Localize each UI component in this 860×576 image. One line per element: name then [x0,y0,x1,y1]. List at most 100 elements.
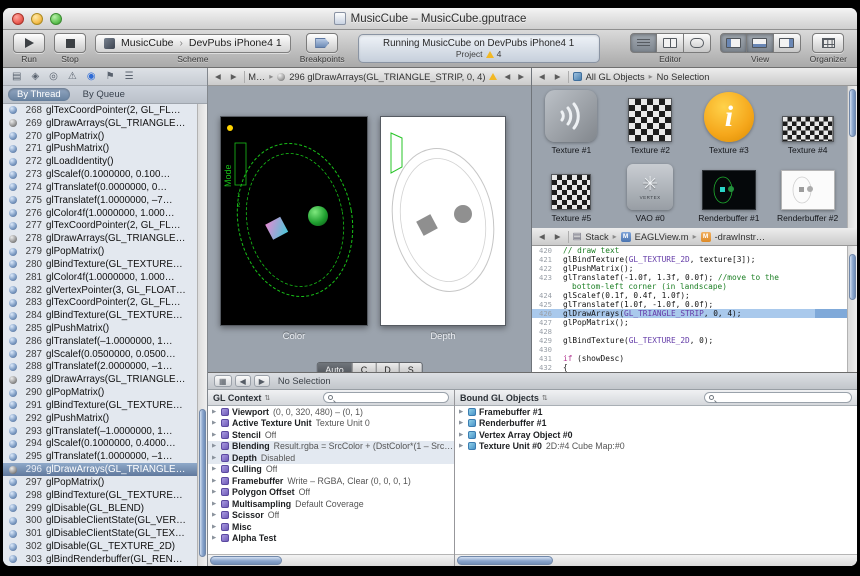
warning-icon[interactable] [489,73,497,80]
warning-count[interactable]: 4 [497,49,502,59]
titlebar[interactable]: MusicCube – MusicCube.gputrace [3,8,857,30]
toggle-utilities-button[interactable] [774,33,801,53]
next-call-button[interactable]: ▶ [515,72,527,81]
call-row[interactable]: 278glDrawArrays(GL_TRIANGLE… [3,232,197,245]
assistant-editor-button[interactable] [657,33,684,53]
call-row[interactable]: 285glPushMatrix() [3,322,197,335]
breadcrumb-call[interactable]: 296 glDrawArrays(GL_TRIANGLE_STRIP, 0, 4… [289,72,485,82]
call-row[interactable]: 291glBindTexture(GL_TEXTURE… [3,399,197,412]
scheme-selector[interactable]: MusicCube › DevPubs iPhone4 1 [95,34,291,53]
scrollbar-thumb[interactable] [210,556,282,565]
disclosure-triangle-icon[interactable]: ▶ [459,432,468,438]
gl-object-item[interactable]: Renderbuffer #2 [768,160,847,228]
call-row[interactable]: 296glDrawArrays(GL_TRIANGLE… [3,463,197,476]
call-row[interactable]: 303glBindRenderbuffer(GL_REN… [3,553,197,566]
back-button[interactable]: ◀ [212,72,224,81]
state-row[interactable]: ▶Polygon OffsetOff [208,487,454,499]
call-row[interactable]: 274glTranslatef(0.0000000, 0… [3,181,197,194]
gl-object-item[interactable]: iTexture #3 [690,86,769,160]
objects-scrollbar[interactable] [847,86,857,228]
scrollbar-thumb[interactable] [849,254,856,300]
call-row[interactable]: 269glDrawArrays(GL_TRIANGLE… [3,117,197,130]
scrollbar-thumb[interactable] [457,556,553,565]
state-row[interactable]: ▶Vertex Array Object #0 [455,429,857,441]
call-row[interactable]: 288glTranslatef(2.0000000, –1… [3,361,197,374]
call-row[interactable]: 286glTranslatef(–1.0000000, 1… [3,335,197,348]
back-button[interactable]: ◀ [536,232,548,241]
state-row[interactable]: ▶Viewport(0, 0, 320, 480) – (0, 1) [208,406,454,418]
call-row[interactable]: 280glBindTexture(GL_TEXTURE… [3,258,197,271]
state-row[interactable]: ▶Misc [208,521,454,533]
tab-by-queue[interactable]: By Queue [74,88,134,101]
call-row[interactable]: 300glDisableClientState(GL_VER… [3,515,197,528]
tab-by-thread[interactable]: By Thread [8,88,70,101]
breadcrumb-all-objects[interactable]: All GL Objects [586,72,645,82]
gl-object-item[interactable]: Texture #5 [532,160,611,228]
forward-button[interactable]: ▶ [552,232,564,241]
issue-navigator-icon[interactable]: ⚠ [68,71,77,82]
disclosure-triangle-icon[interactable]: ▶ [212,466,221,472]
breadcrumb-app[interactable]: M… [248,72,265,82]
call-row[interactable]: 270glPopMatrix() [3,130,197,143]
gl-object-item[interactable]: Texture #2 [611,86,690,160]
state-row[interactable]: ▶Texture Unit #02D:#4 Cube Map:#0 [455,441,857,453]
state-row[interactable]: ▶Renderbuffer #1 [455,418,857,430]
state-row[interactable]: ▶CullingOff [208,464,454,476]
gl-object-item[interactable]: Renderbuffer #1 [690,160,769,228]
previous-call-button[interactable]: ◀ [501,72,513,81]
state-row[interactable]: ▶DepthDisabled [208,452,454,464]
symbol-navigator-icon[interactable]: ◈ [31,71,39,82]
call-row[interactable]: 284glBindTexture(GL_TEXTURE… [3,309,197,322]
debug-navigator-icon[interactable]: ◉ [87,71,96,82]
organizer-button[interactable] [812,33,844,53]
disclosure-triangle-icon[interactable]: ▶ [459,420,468,426]
call-row[interactable]: 297glPopMatrix() [3,476,197,489]
warning-icon[interactable] [486,51,494,58]
disclosure-triangle-icon[interactable]: ▶ [212,443,221,449]
call-row[interactable]: 299glDisable(GL_BLEND) [3,502,197,515]
call-row[interactable]: 279glPopMatrix() [3,245,197,258]
call-row[interactable]: 272glLoadIdentity() [3,155,197,168]
breadcrumb-method[interactable]: -drawInstr… [715,232,766,242]
state-row[interactable]: ▶ScissorOff [208,510,454,522]
disclosure-triangle-icon[interactable]: ▶ [212,535,221,541]
scrollbar-thumb[interactable] [849,89,856,137]
gl-context-search-input[interactable] [336,393,444,402]
project-navigator-icon[interactable]: ▤ [12,71,21,82]
call-row[interactable]: 292glPushMatrix() [3,412,197,425]
call-row[interactable]: 281glColor4f(1.0000000, 1.000… [3,271,197,284]
buffers-toggle-icon[interactable]: ▦ [214,375,232,387]
call-row[interactable]: 276glColor4f(1.0000000, 1.000… [3,207,197,220]
step-forward-icon[interactable]: ▶ [254,375,270,387]
disclosure-triangle-icon[interactable]: ▶ [212,478,221,484]
call-row[interactable]: 277glTexCoordPointer(2, GL_FL… [3,219,197,232]
state-row[interactable]: ▶StencilOff [208,429,454,441]
state-row[interactable]: ▶BlendingResult.rgba = SrcColor + (DstCo… [208,441,454,453]
call-row[interactable]: 268glTexCoordPointer(2, GL_FL… [3,104,197,117]
run-button[interactable] [13,33,45,53]
bound-objects-search-input[interactable] [717,393,847,402]
call-row[interactable]: 287glScalef(0.0500000, 0.0500… [3,348,197,361]
step-back-icon[interactable]: ◀ [235,375,251,387]
toggle-debug-area-button[interactable] [747,33,774,53]
depth-buffer-preview[interactable] [380,116,506,326]
state-row[interactable]: ▶Active Texture UnitTexture Unit 0 [208,418,454,430]
breadcrumb-stack[interactable]: Stack [585,232,608,242]
breakpoints-button[interactable] [306,33,338,53]
gl-object-item[interactable]: ✳VERTEXVAO #0 [611,160,690,228]
editor-scrollbar[interactable] [847,246,857,372]
gl-context-search[interactable] [323,392,449,403]
disclosure-triangle-icon[interactable]: ▶ [212,512,221,518]
back-button[interactable]: ◀ [536,72,548,81]
standard-editor-button[interactable] [630,33,657,53]
disclosure-triangle-icon[interactable]: ▶ [459,409,468,415]
call-row[interactable]: 294glScalef(0.1000000, 0.4000… [3,438,197,451]
state-row[interactable]: ▶FramebufferWrite – RGBA, Clear (0, 0, 0… [208,475,454,487]
disclosure-triangle-icon[interactable]: ▶ [212,501,221,507]
sort-icon[interactable]: ⇅ [264,394,270,402]
bound-objects-hscrollbar[interactable] [455,554,857,566]
sort-icon[interactable]: ⇅ [542,394,548,402]
state-row[interactable]: ▶Framebuffer #1 [455,406,857,418]
disclosure-triangle-icon[interactable]: ▶ [212,524,221,530]
call-row[interactable]: 282glVertexPointer(3, GL_FLOAT… [3,284,197,297]
